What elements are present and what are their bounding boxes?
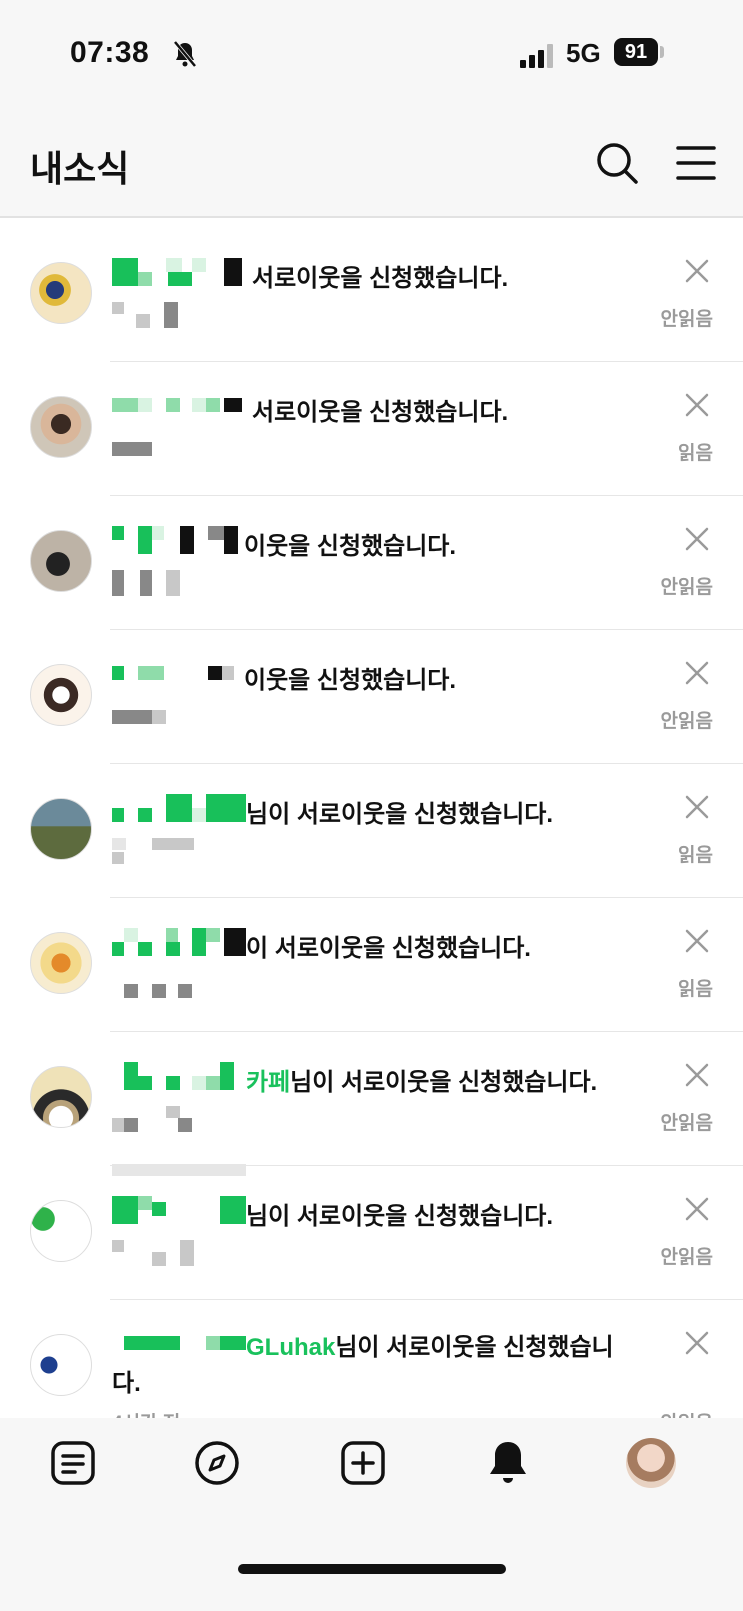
blurred-subtext bbox=[112, 436, 154, 462]
close-icon[interactable] bbox=[684, 660, 710, 686]
blurred-name bbox=[112, 660, 242, 690]
blurred-subtext bbox=[112, 570, 182, 596]
blurred-name bbox=[112, 1062, 246, 1092]
avatar bbox=[30, 1066, 92, 1128]
avatar bbox=[30, 396, 92, 458]
blurred-name bbox=[112, 794, 246, 824]
notification-message: 카페님이 서로이웃을 신청했습니다. bbox=[246, 1062, 597, 1097]
blurred-name bbox=[112, 1196, 246, 1226]
read-status: 읽음 bbox=[678, 443, 713, 464]
blurred-subtext bbox=[112, 704, 182, 730]
notification-message: 님이 서로이웃을 신청했습니다. bbox=[246, 801, 554, 828]
blurred-subtext bbox=[112, 1106, 246, 1176]
blurred-name bbox=[112, 526, 242, 556]
close-icon[interactable] bbox=[684, 1062, 710, 1088]
read-status: 안읽음 bbox=[660, 1113, 713, 1134]
avatar bbox=[30, 664, 92, 726]
avatar bbox=[30, 932, 92, 994]
blurred-subtext bbox=[112, 1240, 196, 1266]
list-item[interactable]: 이웃을 신청했습니다. 안읽음 bbox=[30, 496, 743, 630]
header: 내소식 bbox=[0, 110, 743, 218]
blurred-name bbox=[112, 258, 242, 288]
search-icon[interactable] bbox=[594, 140, 640, 186]
notification-list: 서로이웃을 신청했습니다. 안읽음 서로이웃을 신청했습니다. 읽음 이웃을 신… bbox=[0, 228, 743, 1447]
list-item[interactable]: 카페님이 서로이웃을 신청했습니다. 안읽음 bbox=[30, 1032, 743, 1176]
blurred-subtext bbox=[112, 972, 196, 998]
notification-message: 서로이웃을 신청했습니다. bbox=[252, 265, 509, 292]
status-bar: 07:38 5G 91 bbox=[0, 0, 743, 110]
close-icon[interactable] bbox=[684, 526, 710, 552]
hamburger-menu-icon[interactable] bbox=[674, 140, 720, 186]
notification-message: 이웃을 신청했습니다. bbox=[244, 533, 457, 560]
add-icon[interactable] bbox=[338, 1438, 388, 1488]
bottom-tab-bar bbox=[0, 1418, 743, 1611]
network-type: 5G bbox=[566, 38, 601, 68]
list-item[interactable]: 님이 서로이웃을 신청했습니다. 안읽음 bbox=[30, 1166, 743, 1300]
read-status: 안읽음 bbox=[660, 309, 713, 330]
notification-message: GLuhak님이 서로이웃을 신청했습니 다. bbox=[112, 1330, 632, 1402]
avatar bbox=[30, 1334, 92, 1396]
blurred-name bbox=[112, 928, 246, 958]
status-time: 07:38 bbox=[70, 36, 150, 69]
read-status: 안읽음 bbox=[660, 711, 713, 732]
list-item[interactable]: 님이 서로이웃을 신청했습니다. 읽음 bbox=[30, 764, 743, 898]
notification-message: 이 서로이웃을 신청했습니다. bbox=[246, 935, 531, 962]
close-icon[interactable] bbox=[684, 1196, 710, 1222]
avatar bbox=[30, 798, 92, 860]
avatar bbox=[30, 530, 92, 592]
notification-message: 님이 서로이웃을 신청했습니다. bbox=[246, 1203, 554, 1230]
avatar bbox=[30, 262, 92, 324]
list-item[interactable]: 서로이웃을 신청했습니다. 안읽음 bbox=[30, 228, 743, 362]
close-icon[interactable] bbox=[684, 258, 710, 284]
avatar bbox=[30, 1200, 92, 1262]
profile-avatar[interactable] bbox=[626, 1438, 676, 1488]
feed-icon[interactable] bbox=[48, 1438, 98, 1488]
message-text: 님이 서로이웃을 신청했습니 다. bbox=[112, 1334, 614, 1397]
read-status: 안읽음 bbox=[660, 1247, 713, 1268]
notification-message: 서로이웃을 신청했습니다. bbox=[252, 399, 509, 426]
bell-icon[interactable] bbox=[483, 1438, 533, 1488]
message-text: 님이 서로이웃을 신청했습니다. bbox=[290, 1069, 598, 1096]
battery-icon: 91 bbox=[614, 38, 658, 66]
battery-tip bbox=[660, 46, 664, 58]
read-status: 읽음 bbox=[678, 845, 713, 866]
list-item[interactable]: 이웃을 신청했습니다. 안읽음 bbox=[30, 630, 743, 764]
blurred-subtext bbox=[112, 838, 196, 864]
notification-message: 이웃을 신청했습니다. bbox=[244, 667, 457, 694]
blurred-subtext bbox=[112, 302, 182, 328]
highlighted-name: GLuhak bbox=[246, 1334, 336, 1361]
close-icon[interactable] bbox=[684, 1330, 710, 1356]
blurred-name bbox=[112, 392, 242, 422]
read-status: 읽음 bbox=[678, 979, 713, 1000]
close-icon[interactable] bbox=[684, 928, 710, 954]
list-item[interactable]: 이 서로이웃을 신청했습니다. 읽음 bbox=[30, 898, 743, 1032]
bell-slash-icon bbox=[173, 40, 197, 68]
home-indicator bbox=[238, 1564, 506, 1574]
highlighted-name: 카페 bbox=[246, 1069, 291, 1096]
read-status: 안읽음 bbox=[660, 577, 713, 598]
compass-icon[interactable] bbox=[192, 1438, 242, 1488]
page-title: 내소식 bbox=[30, 148, 130, 189]
close-icon[interactable] bbox=[684, 794, 710, 820]
close-icon[interactable] bbox=[684, 392, 710, 418]
cellular-signal-icon bbox=[520, 44, 553, 68]
list-item[interactable]: 서로이웃을 신청했습니다. 읽음 bbox=[30, 362, 743, 496]
